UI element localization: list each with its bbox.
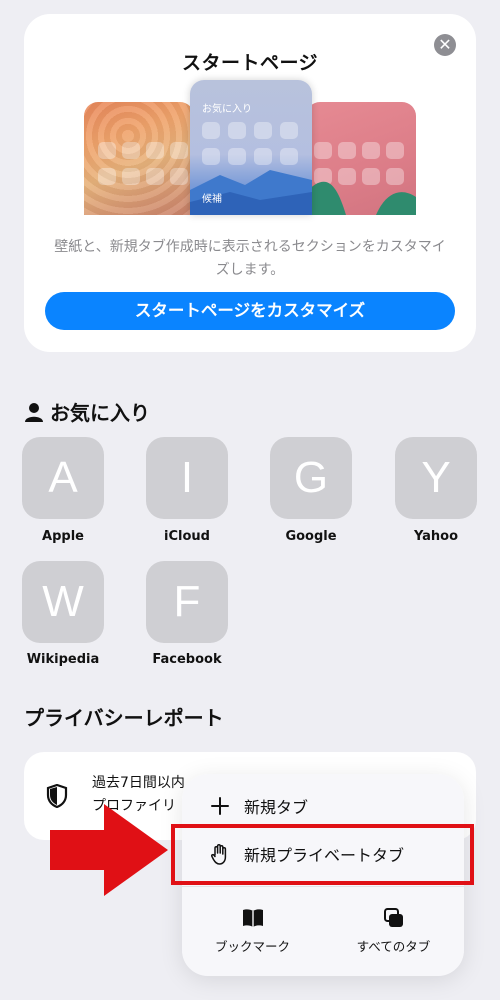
book-icon bbox=[242, 909, 263, 927]
favorite-tile-icloud[interactable]: I bbox=[146, 437, 228, 519]
favorites-header: お気に入り bbox=[24, 397, 150, 426]
menu-item-all-tabs[interactable]: すべてのタブ bbox=[323, 908, 464, 955]
favorite-name-facebook: Facebook bbox=[152, 652, 222, 667]
favorite-tile-facebook[interactable]: F bbox=[146, 561, 228, 643]
menu-item-new-tab[interactable]: 新規タブ bbox=[210, 794, 308, 818]
favorite-tile-wikipedia[interactable]: W bbox=[22, 561, 104, 643]
wallpaper-decoration bbox=[306, 181, 416, 215]
favorite-name-icloud: iCloud bbox=[164, 529, 210, 544]
wallpaper-preview: お気に入り 候補 bbox=[24, 14, 476, 234]
preview-suggestions-label: 候補 bbox=[202, 194, 222, 205]
wallpaper-preview-blue: お気に入り 候補 bbox=[190, 80, 312, 215]
favorite-tile-google[interactable]: G bbox=[270, 437, 352, 519]
tabs-icon bbox=[383, 908, 403, 927]
wallpaper-preview-pink bbox=[306, 102, 416, 215]
favorite-name-google: Google bbox=[285, 529, 337, 544]
customize-start-page-button[interactable]: スタートページをカスタマイズ bbox=[45, 292, 455, 330]
wallpaper-preview-orange bbox=[84, 102, 194, 215]
favorite-name-wikipedia: Wikipedia bbox=[26, 652, 100, 667]
menu-all-tabs-label: すべてのタブ bbox=[356, 939, 431, 954]
favorite-name-yahoo: Yahoo bbox=[413, 529, 459, 544]
favorite-tile-apple[interactable]: A bbox=[22, 437, 104, 519]
start-page-description: 壁紙と、新規タブ作成時に表示されるセクションをカスタマイズします。 bbox=[54, 239, 446, 278]
favorite-tile-yahoo[interactable]: Y bbox=[395, 437, 477, 519]
menu-item-bookmarks[interactable]: ブックマーク bbox=[182, 908, 323, 955]
favorites-title: お気に入り bbox=[50, 401, 150, 425]
menu-divider bbox=[182, 886, 464, 887]
menu-new-tab-label: 新規タブ bbox=[244, 798, 309, 817]
red-arrow-icon bbox=[50, 804, 168, 896]
favorite-name-apple: Apple bbox=[42, 529, 84, 544]
privacy-report-title: プライバシーレポート bbox=[24, 706, 224, 730]
highlight-box bbox=[171, 824, 474, 885]
plus-icon bbox=[211, 797, 229, 815]
start-page-card: スタートページ ✕ お気に入り 候補 壁紙と、新規タブ作成時に表示されるセクショ… bbox=[24, 14, 476, 352]
menu-bookmarks-label: ブックマーク bbox=[214, 939, 290, 954]
person-icon bbox=[25, 402, 43, 422]
